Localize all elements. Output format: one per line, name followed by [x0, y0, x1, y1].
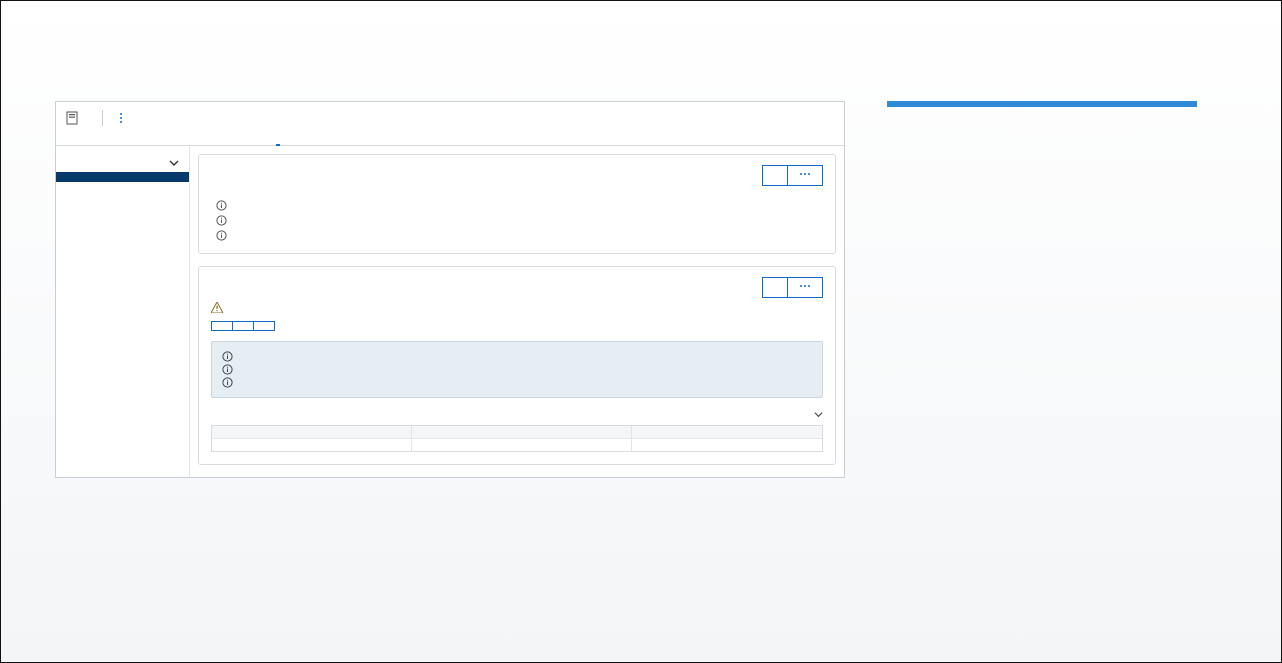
remediate-button[interactable] — [211, 321, 233, 331]
info-icon[interactable] — [216, 230, 227, 241]
sidebar-section-hosts[interactable] — [56, 152, 189, 172]
horizontal-dots-icon — [798, 169, 812, 182]
sidebar-item-vm-hardware[interactable] — [56, 202, 189, 212]
panel-body — [56, 146, 844, 477]
vertical-dots-icon — [117, 112, 125, 124]
compliance-card — [198, 266, 836, 465]
tab-summary[interactable] — [68, 132, 72, 145]
image-card-more-button[interactable] — [788, 165, 823, 186]
tab-monitor[interactable] — [94, 132, 98, 145]
col-image-version — [632, 426, 822, 438]
kv-vendor-label — [211, 200, 401, 211]
slide-frame — [0, 0, 1282, 663]
show-filter — [802, 410, 823, 419]
cell-image — [212, 439, 412, 451]
tab-datastores[interactable] — [224, 132, 228, 145]
software-compliance-table — [211, 425, 823, 452]
actions-menu[interactable] — [117, 112, 129, 124]
compliance-more-button[interactable] — [788, 277, 823, 298]
image-kv-grid — [211, 196, 823, 241]
cell-host-version — [412, 439, 632, 451]
image-card-header — [211, 165, 823, 186]
edit-button[interactable] — [762, 165, 788, 186]
compliance-warning — [211, 302, 823, 313]
accent-bar — [887, 101, 1197, 107]
compliance-card-buttons — [762, 277, 823, 298]
col-host-version — [412, 426, 632, 438]
notice-line — [222, 376, 812, 389]
stage-button[interactable] — [254, 321, 275, 331]
notice-line — [222, 350, 812, 363]
image-card — [198, 154, 836, 254]
kv-firmware-value — [401, 215, 823, 226]
run-precheck-button[interactable] — [233, 321, 254, 331]
host-icon — [66, 111, 78, 125]
tab-configure[interactable] — [120, 132, 124, 145]
sidebar-item-image[interactable] — [56, 172, 189, 182]
cell-image-version — [632, 439, 822, 451]
tab-permissions[interactable] — [146, 132, 150, 145]
right-column — [887, 101, 1197, 478]
info-icon — [222, 377, 233, 388]
kv-components-label — [211, 230, 401, 241]
info-icon[interactable] — [216, 215, 227, 226]
kv-vendor-value — [401, 200, 823, 211]
info-icon — [222, 364, 233, 375]
remediation-buttons — [211, 321, 823, 331]
divider — [102, 110, 103, 126]
object-header — [56, 102, 844, 130]
check-compliance-button[interactable] — [762, 277, 788, 298]
vsphere-panel — [55, 101, 845, 478]
warning-icon — [211, 302, 223, 313]
sidebar-item-hardware-compatibility[interactable] — [56, 182, 189, 192]
tab-resource-pools[interactable] — [198, 132, 202, 145]
sidebar-item-vmware-tools[interactable] — [56, 192, 189, 202]
software-compliance-header — [211, 410, 823, 419]
kv-firmware-label — [211, 215, 401, 226]
image-card-buttons — [762, 165, 823, 186]
compliance-card-header — [211, 277, 823, 298]
content-row — [55, 101, 1227, 478]
main-column — [190, 146, 844, 477]
table-header-row — [212, 426, 822, 438]
col-image — [212, 426, 412, 438]
table-row — [212, 438, 822, 451]
horizontal-dots-icon — [798, 281, 812, 294]
info-icon[interactable] — [216, 200, 227, 211]
chevron-down-icon — [814, 410, 823, 419]
show-select[interactable] — [808, 410, 823, 419]
info-notice — [211, 341, 823, 398]
info-icon — [222, 351, 233, 362]
tab-updates[interactable] — [276, 132, 280, 146]
tabs — [56, 130, 844, 146]
sidebar — [56, 146, 190, 477]
notice-line — [222, 363, 812, 376]
tab-networks[interactable] — [250, 132, 254, 145]
kv-components-value — [401, 230, 823, 241]
chevron-down-icon — [169, 158, 179, 168]
tab-vms[interactable] — [172, 132, 176, 145]
